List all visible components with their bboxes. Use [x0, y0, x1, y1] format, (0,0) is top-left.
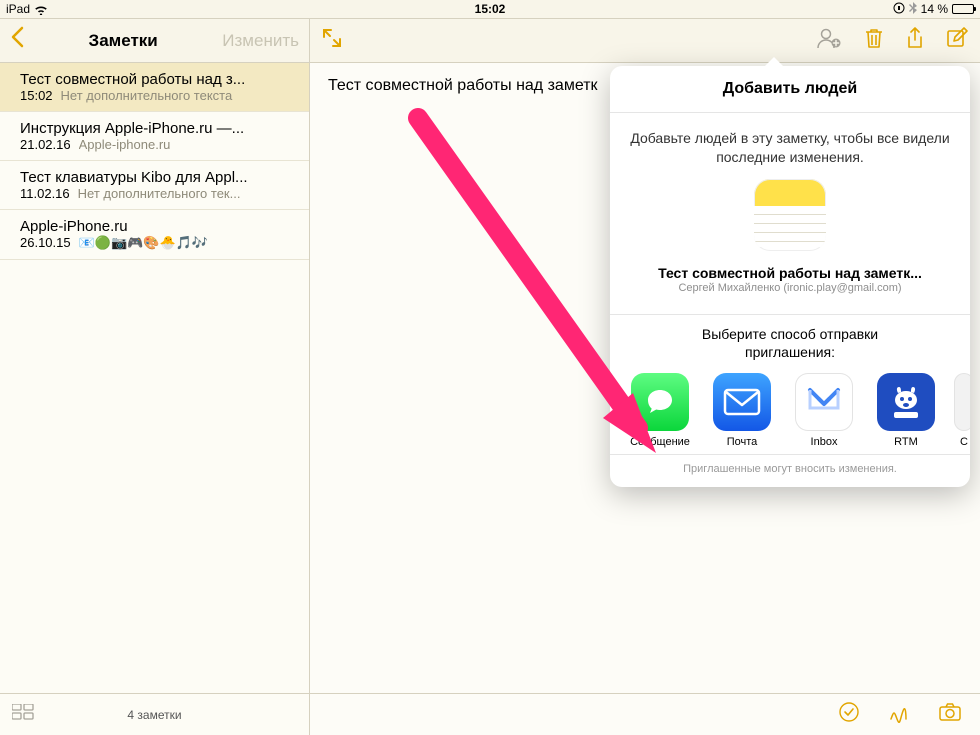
note-item-title: Apple-iPhone.ru — [20, 218, 295, 235]
share-button[interactable] — [906, 27, 924, 54]
rtm-icon — [877, 373, 935, 431]
share-option-mail[interactable]: Почта — [708, 373, 776, 448]
checklist-icon[interactable] — [838, 701, 860, 728]
add-people-button[interactable] — [816, 27, 842, 54]
note-list: Тест совместной работы над з... 15:02 Нет… — [0, 63, 309, 693]
mail-icon — [713, 373, 771, 431]
popover-description: Добавьте людей в эту заметку, чтобы все … — [628, 129, 952, 167]
note-item-preview: Нет дополнительного тек... — [78, 186, 295, 201]
share-option-inbox[interactable]: Inbox — [790, 373, 858, 448]
shared-note-owner: Сергей Михайленко (ironic.play@gmail.com… — [628, 282, 952, 294]
device-label: iPad — [6, 2, 30, 16]
note-item-preview: 📧🟢📷🎮🎨🐣🎵🎶 — [79, 235, 295, 251]
notes-sidebar: Заметки Изменить Тест совместной работы … — [0, 19, 310, 735]
shared-note-name: Тест совместной работы над заметк... — [628, 265, 952, 281]
sketch-icon[interactable] — [888, 701, 910, 728]
status-bar: iPad 15:02 14 % — [0, 0, 980, 18]
note-item-date: 15:02 — [20, 88, 53, 103]
bluetooth-icon — [909, 2, 917, 17]
battery-icon — [952, 4, 974, 14]
note-list-item[interactable]: Apple-iPhone.ru 26.10.15 📧🟢📷🎮🎨🐣🎵🎶 — [0, 210, 309, 260]
share-option-label: Сообщение — [630, 436, 690, 448]
compose-button[interactable] — [946, 27, 968, 54]
popover-title: Добавить людей — [610, 66, 970, 113]
note-item-preview: Apple-iphone.ru — [79, 137, 295, 152]
back-button[interactable] — [10, 26, 24, 55]
wifi-icon — [34, 4, 48, 15]
inbox-icon — [795, 373, 853, 431]
share-option-more[interactable]: C — [954, 373, 970, 448]
note-list-item[interactable]: Тест клавиатуры Kibo для Appl... 11.02.1… — [0, 161, 309, 210]
share-option-label: Inbox — [811, 436, 838, 448]
note-list-item[interactable]: Тест совместной работы над з... 15:02 Нет… — [0, 63, 309, 112]
note-item-title: Инструкция Apple-iPhone.ru —... — [20, 120, 295, 137]
battery-percent: 14 % — [921, 2, 948, 16]
share-option-label: Почта — [727, 436, 758, 448]
expand-icon[interactable] — [322, 28, 342, 53]
note-item-title: Тест клавиатуры Kibo для Appl... — [20, 169, 295, 186]
status-time: 15:02 — [475, 2, 506, 16]
popover-footer: Приглашенные могут вносить изменения. — [610, 454, 970, 481]
camera-icon[interactable] — [938, 702, 962, 727]
share-option-label: C — [960, 436, 968, 448]
delete-button[interactable] — [864, 27, 884, 54]
add-people-popover: Добавить людей Добавьте людей в эту заме… — [610, 66, 970, 487]
note-item-date: 11.02.16 — [20, 186, 70, 201]
note-detail: Тест совместной работы над заметк Добави… — [310, 19, 980, 735]
share-option-label: RTM — [894, 436, 918, 448]
messages-icon — [631, 373, 689, 431]
note-item-date: 21.02.16 — [20, 137, 71, 152]
share-option-messages[interactable]: Сообщение — [626, 373, 694, 448]
share-icon-more — [954, 373, 970, 431]
note-item-date: 26.10.15 — [20, 235, 71, 251]
share-options-row: Сообщение Почта Inbox RTM C — [610, 361, 970, 454]
sidebar-title: Заметки — [89, 31, 158, 51]
note-item-title: Тест совместной работы над з... — [20, 71, 295, 88]
view-grid-icon[interactable] — [12, 704, 34, 725]
edit-button[interactable]: Изменить — [222, 31, 299, 51]
note-list-item[interactable]: Инструкция Apple-iPhone.ru —... 21.02.16… — [0, 112, 309, 161]
select-method-label: Выберите способ отправкиприглашения: — [610, 325, 970, 361]
note-item-preview: Нет дополнительного текста — [61, 88, 295, 103]
notes-app-icon — [754, 179, 826, 251]
orientation-lock-icon — [893, 2, 905, 17]
note-count: 4 заметки — [127, 708, 181, 722]
share-option-rtm[interactable]: RTM — [872, 373, 940, 448]
